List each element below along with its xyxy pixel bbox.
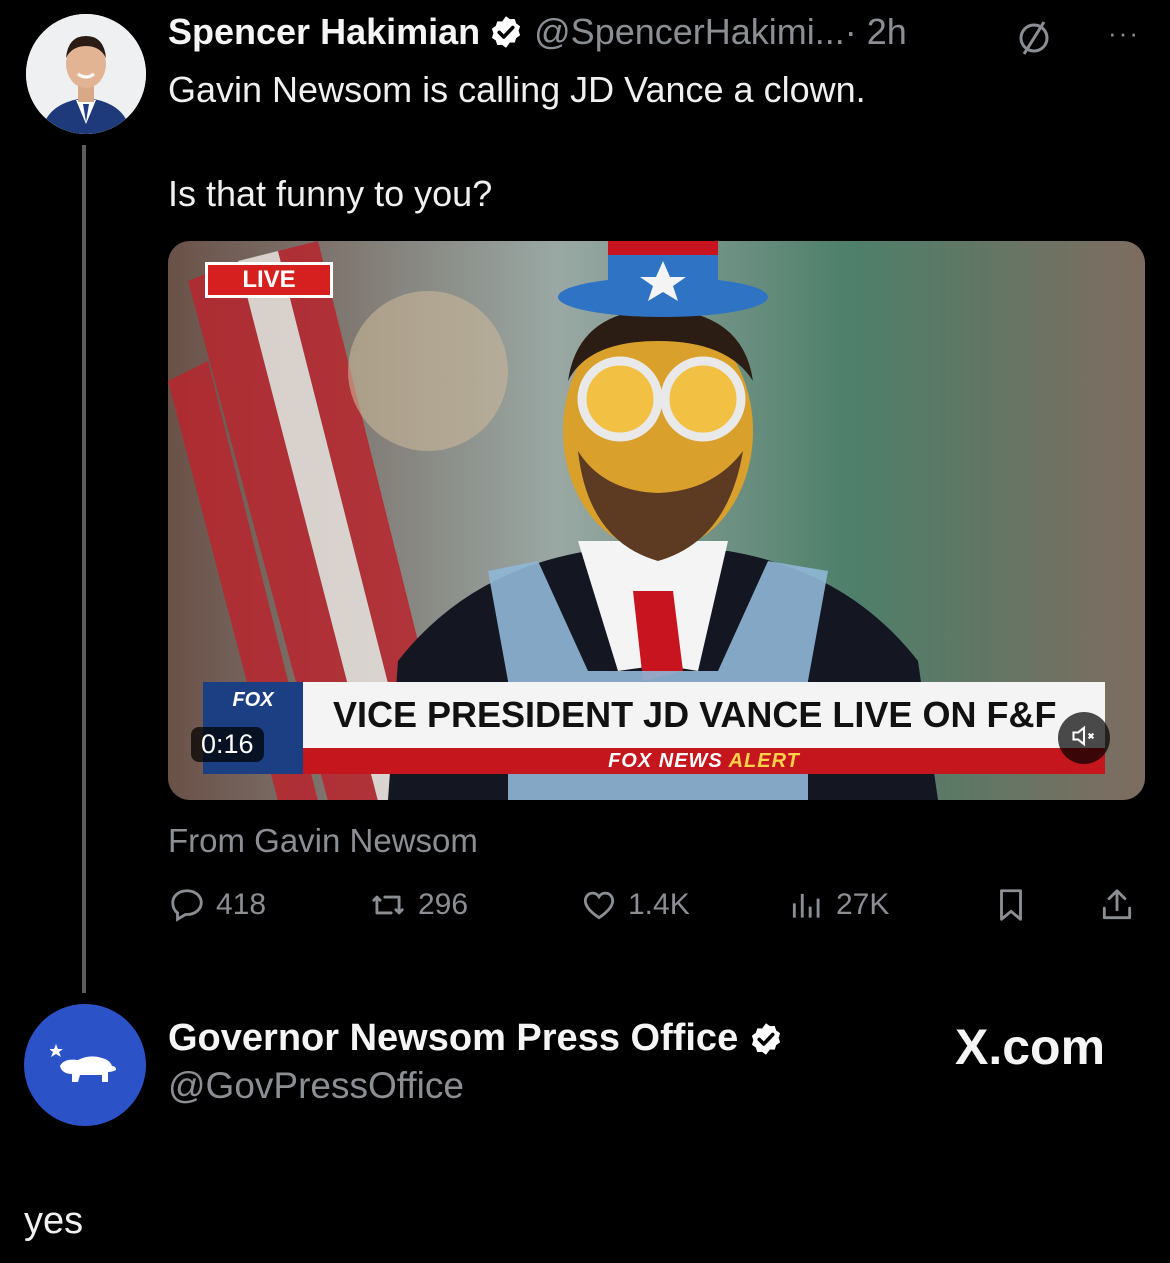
share-button[interactable]	[1098, 886, 1136, 924]
repost-button[interactable]: 296	[368, 886, 468, 924]
repost-count: 296	[418, 888, 469, 921]
author-handle[interactable]: @SpencerHakimi...	[534, 11, 845, 53]
views-icon	[792, 893, 820, 918]
x-com-watermark: X.com	[955, 1019, 1106, 1075]
like-count: 1.4K	[628, 888, 690, 921]
tweet-text: Gavin Newsom is calling JD Vance a clown…	[168, 69, 866, 214]
more-icon[interactable]: ···	[1108, 18, 1140, 49]
tweet-time[interactable]: · 2h	[845, 11, 907, 53]
tweet-header: Spencer Hakimian @SpencerHakimi... · 2h	[168, 10, 907, 54]
gov-avatar[interactable]	[24, 1004, 146, 1126]
bookmark-icon	[1000, 889, 1022, 921]
like-icon	[583, 891, 615, 920]
thread-line	[82, 145, 86, 993]
views-count: 27K	[836, 888, 890, 921]
live-badge: LIVE	[205, 262, 333, 298]
mute-button[interactable]	[1058, 712, 1110, 764]
author-avatar[interactable]	[26, 14, 146, 134]
reply-icon	[171, 889, 203, 922]
reply-button[interactable]: 418	[168, 886, 266, 924]
tweet-actions: 418 296 1.4K 27K	[168, 886, 1138, 938]
news-headline: VICE PRESIDENT JD VANCE LIVE ON F&F	[303, 682, 1105, 748]
video-source-attribution[interactable]: From Gavin Newsom	[168, 822, 478, 860]
quoted-account-handle[interactable]: @GovPressOffice	[168, 1065, 464, 1107]
verified-badge-icon	[488, 14, 524, 50]
bookmark-button[interactable]	[992, 886, 1030, 924]
like-button[interactable]: 1.4K	[580, 886, 690, 924]
quoted-account-name[interactable]: Governor Newsom Press Office	[168, 1017, 738, 1060]
views-button[interactable]: 27K	[788, 886, 889, 924]
author-name[interactable]: Spencer Hakimian	[168, 11, 480, 53]
share-icon	[1102, 889, 1132, 920]
caption-text: yes	[24, 1200, 84, 1242]
quoted-account-name-row: Governor Newsom Press Office	[168, 1017, 784, 1060]
news-alert-strip: FOX NEWS ALERT	[303, 748, 1105, 774]
bear-icon	[50, 1044, 116, 1082]
video-duration: 0:16	[191, 727, 264, 762]
mute-icon	[1070, 722, 1098, 755]
reply-count: 418	[216, 888, 267, 921]
news-banner: FOX VICE PRESIDENT JD VANCE LIVE ON F&F …	[203, 682, 1105, 774]
repost-icon	[372, 895, 404, 915]
verified-badge-icon	[748, 1021, 784, 1057]
no-circle-icon[interactable]	[1014, 16, 1054, 61]
